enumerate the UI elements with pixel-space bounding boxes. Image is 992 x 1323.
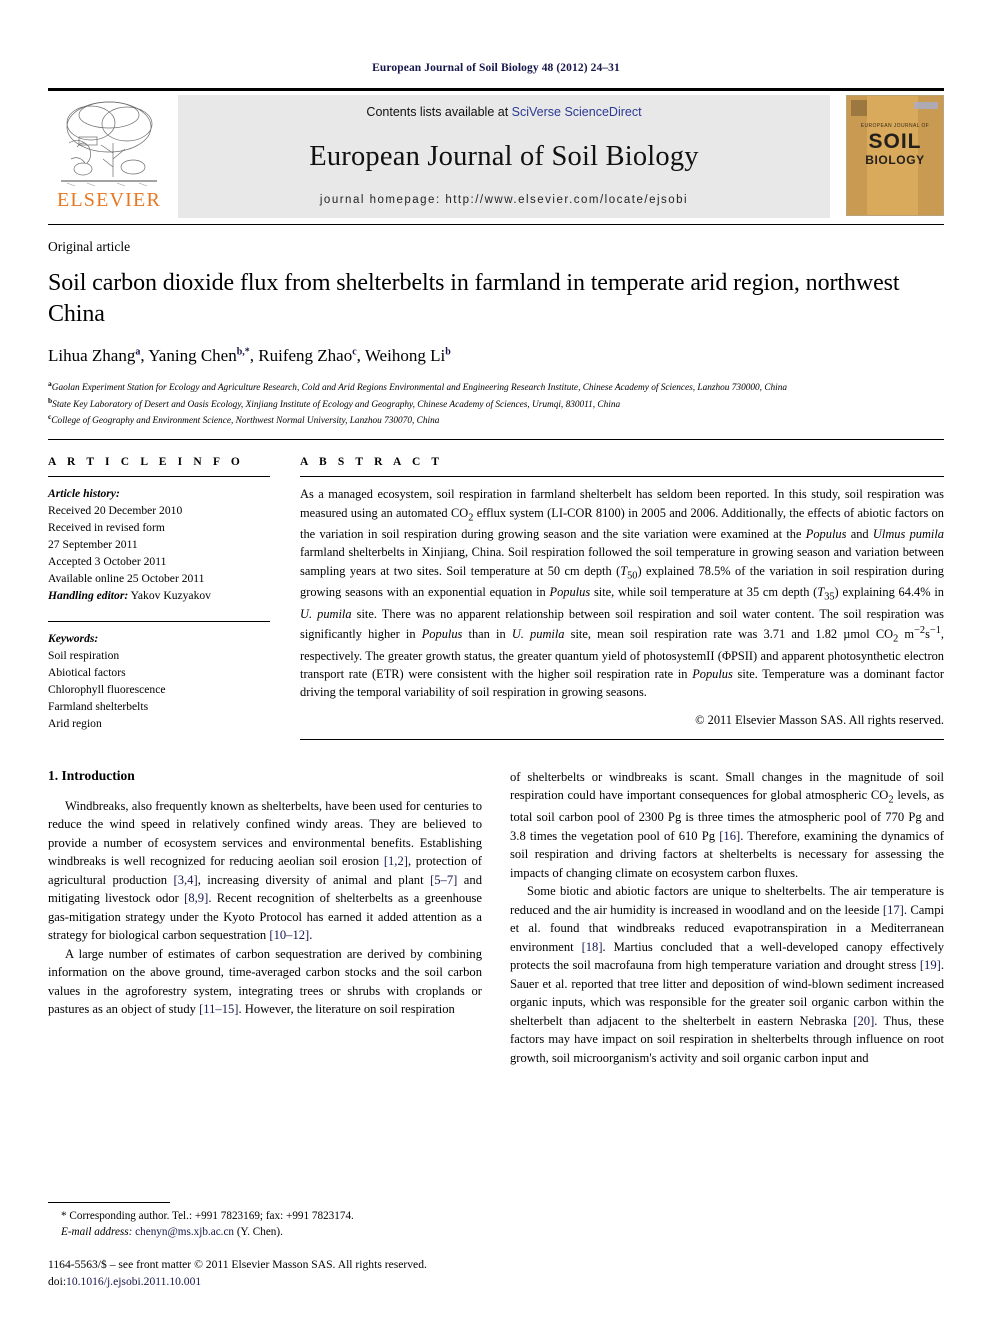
- author-name: Weihong Li: [364, 346, 446, 366]
- journal-cover-thumbnail: EUROPEAN JOURNAL OF SOIL BIOLOGY: [840, 95, 944, 218]
- article-history-label: Article history:: [48, 487, 120, 501]
- author-list: Lihua Zhanga, Yaning Chenb,*, Ruifeng Zh…: [48, 346, 451, 366]
- contents-available-line: Contents lists available at SciVerse Sci…: [366, 105, 641, 119]
- doi-line: doi:10.1016/j.ejsobi.2011.10.001: [48, 1274, 480, 1291]
- section-heading-introduction: 1. Introduction: [48, 767, 135, 783]
- journal-homepage-link[interactable]: journal homepage: http://www.elsevier.co…: [320, 194, 688, 206]
- abstract-heading: A B S T R A C T: [300, 456, 444, 469]
- handling-editor-line: Handling editor: Yakov Kuzyakov: [48, 587, 270, 604]
- sciencedirect-link[interactable]: SciVerse ScienceDirect: [512, 105, 642, 119]
- article-info-rule: [48, 476, 270, 478]
- author-mark: b: [445, 346, 451, 358]
- cover-title-biology: BIOLOGY: [865, 153, 925, 167]
- body-columns: 1. Introduction Windbreaks, also frequen…: [48, 768, 944, 1067]
- elsevier-wordmark: ELSEVIER: [56, 189, 162, 211]
- keyword-item: Arid region: [48, 716, 102, 730]
- issn-line: 1164-5563/$ – see front matter © 2011 El…: [48, 1258, 427, 1272]
- article-title: Soil carbon dioxide flux from shelterbel…: [48, 270, 900, 327]
- footnote-block: * Corresponding author. Tel.: +991 78231…: [48, 1201, 480, 1291]
- running-head: European Journal of Soil Biology 48 (201…: [372, 62, 620, 74]
- paper-page: European Journal of Soil Biology 48 (201…: [0, 0, 992, 1323]
- email-label: E-mail address:: [61, 1226, 133, 1239]
- history-item: Received in revised form: [48, 521, 165, 535]
- masthead-top-rule: [48, 88, 944, 91]
- history-item: Received 20 December 2010: [48, 504, 183, 518]
- keyword-item: Soil respiration: [48, 648, 120, 662]
- affiliation-item: cCollege of Geography and Environment Sc…: [48, 412, 944, 428]
- history-item: 27 September 2011: [48, 538, 138, 552]
- affiliation-item: aGaolan Experiment Station for Ecology a…: [48, 379, 944, 395]
- author-mark: b,*: [236, 346, 250, 358]
- author-name: Ruifeng Zhao: [258, 346, 353, 366]
- footnote-rule: [48, 1201, 170, 1203]
- handling-editor-name: Yakov Kuzyakov: [128, 589, 211, 603]
- contents-prefix: Contents lists available at: [366, 105, 512, 119]
- intro-paragraph-1: Windbreaks, also frequently known as she…: [48, 798, 483, 943]
- masthead-bottom-rule: [48, 224, 944, 225]
- keyword-item: Chlorophyll fluorescence: [48, 682, 166, 696]
- abstract-rule: [300, 476, 944, 478]
- doi-label: doi:: [48, 1275, 67, 1289]
- keywords-rule: [48, 620, 270, 622]
- intro-paragraph-2-continued: of shelterbelts or windbreaks is scant. …: [510, 769, 944, 880]
- abstract-body: As a managed ecosystem, soil respiration…: [300, 487, 944, 700]
- body-column-right: of shelterbelts or windbreaks is scant. …: [510, 768, 944, 1067]
- affiliation-bottom-rule: [48, 439, 944, 441]
- intro-paragraph-2: A large number of estimates of carbon se…: [48, 946, 482, 1017]
- article-info-heading: A R T I C L E I N F O: [48, 456, 244, 469]
- affiliation-item: bState Key Laboratory of Desert and Oasi…: [48, 396, 944, 412]
- cover-image: EUROPEAN JOURNAL OF SOIL BIOLOGY: [846, 95, 944, 216]
- body-column-left: 1. Introduction Windbreaks, also frequen…: [48, 768, 482, 1067]
- affiliation-text: State Key Laboratory of Desert and Oasis…: [52, 399, 621, 410]
- keyword-item: Abiotical factors: [48, 665, 126, 679]
- article-type-label: Original article: [48, 239, 131, 254]
- info-abstract-row: A R T I C L E I N F O Article history: R…: [48, 456, 944, 740]
- keyword-item: Farmland shelterbelts: [48, 699, 149, 713]
- keywords-block: Keywords: Soil respiration Abiotical fac…: [48, 630, 270, 732]
- handling-editor-label: Handling editor:: [48, 589, 129, 603]
- cover-elsevier-mark-icon: [851, 100, 867, 116]
- email-link[interactable]: chenyn@ms.xjb.ac.cn: [135, 1226, 234, 1238]
- article-info-column: A R T I C L E I N F O Article history: R…: [48, 456, 300, 739]
- author-name: Yaning Chen: [148, 346, 237, 366]
- cover-title-soil: SOIL: [868, 130, 922, 153]
- author-name: Lihua Zhang: [48, 346, 136, 366]
- affiliation-text: Gaolan Experiment Station for Ecology an…: [51, 383, 788, 394]
- elsevier-tree-icon: [61, 101, 157, 187]
- journal-title: European Journal of Soil Biology: [309, 140, 699, 172]
- journal-banner: Contents lists available at SciVerse Sci…: [178, 95, 830, 218]
- abstract-bottom-rule: [300, 738, 944, 740]
- intro-paragraph-3: Some biotic and abiotic factors are uniq…: [510, 884, 944, 1065]
- affiliation-list: aGaolan Experiment Station for Ecology a…: [48, 379, 944, 428]
- doi-link[interactable]: 10.1016/j.ejsobi.2011.10.001: [66, 1275, 201, 1288]
- corresponding-author-note: * Corresponding author. Tel.: +991 78231…: [61, 1209, 354, 1222]
- email-suffix: (Y. Chen).: [234, 1226, 283, 1239]
- author-mark: c: [352, 346, 357, 358]
- cover-eyebrow: EUROPEAN JOURNAL OF: [860, 123, 930, 129]
- elsevier-logo: ELSEVIER: [48, 95, 170, 218]
- abstract-column: A B S T R A C T As a managed ecosystem, …: [300, 456, 944, 740]
- cover-top-right-band: [914, 102, 938, 109]
- abstract-copyright: © 2011 Elsevier Masson SAS. All rights r…: [695, 712, 944, 727]
- author-mark: a: [135, 346, 141, 358]
- email-note: E-mail address: chenyn@ms.xjb.ac.cn (Y. …: [48, 1224, 480, 1240]
- history-item: Available online 25 October 2011: [48, 572, 205, 586]
- journal-masthead: ELSEVIER Contents lists available at Sci…: [48, 95, 944, 218]
- history-item: Accepted 3 October 2011: [48, 555, 167, 569]
- article-history-block: Article history: Received 20 December 20…: [48, 485, 270, 604]
- issn-copyright-block: 1164-5563/$ – see front matter © 2011 El…: [48, 1257, 480, 1291]
- affiliation-text: College of Geography and Environment Sci…: [51, 416, 440, 427]
- keywords-label: Keywords:: [48, 631, 99, 645]
